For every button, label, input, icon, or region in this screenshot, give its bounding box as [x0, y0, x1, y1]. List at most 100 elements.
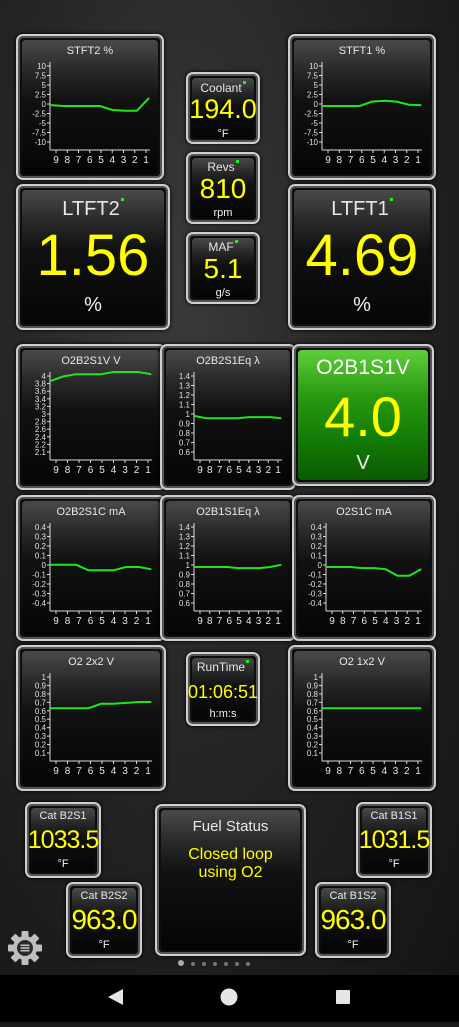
y-tick-label: -10	[306, 138, 318, 147]
x-tick-label: 1	[143, 155, 149, 166]
cat-b1s2-gauge[interactable]: Cat B1S2 963.0 °F	[315, 882, 391, 958]
ltft1-value: 4.69	[305, 223, 419, 288]
y-tick-label: -5	[39, 119, 47, 128]
revs-gauge[interactable]: Revs 810 rpm	[186, 152, 260, 224]
data-point	[123, 110, 126, 112]
x-tick-label: 6	[88, 465, 94, 476]
data-point	[137, 566, 140, 568]
y-tick-label: 1.3	[179, 382, 191, 391]
x-tick-label: 4	[246, 465, 252, 476]
data-point	[395, 101, 398, 103]
data-point	[269, 566, 271, 568]
x-tick-label: 3	[394, 616, 400, 627]
fuel-status-gauge[interactable]: Fuel Status Closed loop using O2	[155, 804, 306, 956]
data-point	[322, 707, 324, 709]
o2b2s1v-chart-svg: O2B2S1V V43.83.63.43.232.82.62.42.22.19 8…	[35, 355, 152, 476]
runtime-unit: h:m:s	[209, 708, 237, 720]
y-tick-label: 0.7	[179, 439, 191, 448]
o2b2s1v-chart-gauge[interactable]: O2B2S1V V 4 3.8 3.6 3.4 3.2 3 2.8 2.6 2.4 2.2 2.1 9 8…	[16, 344, 166, 490]
cat-b1s1-unit: °F	[388, 858, 400, 870]
o2b1s1eq-chart-svg: O2B1S1Eq λ1.41.31.21.110.90.80.70.69 8 7 6 5…	[179, 506, 282, 627]
o2b2s1c-chart-svg: O2B2S1C mA 0.40.30.20.10-0.1-0.2-0.3-0.4 9…	[32, 506, 152, 627]
data-point	[383, 707, 385, 709]
data-point	[359, 707, 361, 709]
data-point	[420, 104, 422, 106]
data-point	[50, 564, 52, 566]
cat-b1s1-gauge[interactable]: Cat B1S1 1031.5 °F	[356, 802, 432, 878]
y-tick-label: 0	[42, 100, 47, 109]
y-tick-label: 1.2	[179, 391, 191, 400]
o2-2x2-chart-gauge[interactable]: O2 2x2 V 1 0.9 0.8 0.7 0.6 0.5 0.4 0.3 0.2 0.1 9 8 7 6…	[16, 645, 166, 791]
ltft2-gauge[interactable]: LTFT2 1.56 %	[16, 184, 170, 330]
stft2-chart-gauge[interactable]: STFT2 % 10 7.5 5 2.5 0 -2.5 -5 -7.5 -10 9 8 7 6 5 4 3 2 1	[16, 34, 164, 180]
page-dot[interactable]	[213, 962, 217, 966]
home-circle-icon[interactable]	[220, 988, 238, 1006]
maf-unit: g/s	[215, 287, 231, 299]
x-tick-label: 2	[265, 616, 271, 627]
x-tick-label: 4	[383, 616, 389, 627]
x-tick-label: 7	[348, 766, 354, 777]
page-dot[interactable]	[224, 962, 228, 966]
cat-b1s1-label: Cat B1S1	[370, 810, 418, 822]
cat-b2s2-gauge[interactable]: Cat B2S2 963.0 °F	[66, 882, 142, 958]
x-tick-label: 9	[329, 616, 335, 627]
back-triangle-icon[interactable]	[108, 989, 123, 1005]
page-dot[interactable]	[246, 962, 250, 966]
o2b1s1v-gauge[interactable]: O2B1S1V 4.0 V	[292, 344, 434, 486]
page-dot[interactable]	[191, 962, 195, 966]
o2b1s1eq-chart-gauge[interactable]: O2B1S1Eq λ 1.4 1.3 1.2 1.1 1 0.9 0.8 0.7 0.6 9 8 7 6 5…	[160, 495, 296, 641]
x-tick-label: 2	[132, 155, 138, 166]
page-dot[interactable]	[202, 962, 206, 966]
cat-b2s1-gauge[interactable]: Cat B2S1 1033.5 °F	[25, 802, 101, 878]
recents-square-icon[interactable]	[336, 990, 350, 1004]
x-tick-label: 5	[370, 766, 376, 777]
series-line	[51, 563, 152, 572]
o2s1c-chart-svg: O2S1C mA 0.40.30.20.10-0.1-0.2-0.3-0.4 9 8 7…	[308, 506, 422, 627]
x-tick-label: 8	[65, 465, 71, 476]
o2b2s1eq-chart-svg: O2B2S1Eq λ1.41.31.21.110.90.80.70.69 8 7 6 5…	[179, 355, 282, 476]
y-tick-label: -0.4	[32, 599, 46, 608]
y-tick-label: 0.9	[179, 571, 191, 580]
y-tick-label: 0.2	[35, 542, 47, 551]
data-point	[371, 101, 373, 103]
y-tick-label: 0.1	[35, 749, 47, 758]
data-point	[326, 566, 328, 568]
o2-1x2-chart-gauge[interactable]: O2 1x2 V 1 0.9 0.8 0.7 0.6 0.5 0.4 0.3 0.2 0.1 9 8 7 6…	[288, 645, 436, 791]
y-tick-label: -0.2	[32, 580, 46, 589]
x-tick-label: 5	[236, 465, 242, 476]
data-point	[50, 707, 52, 709]
maf-gauge[interactable]: MAF 5.1 g/s	[186, 232, 260, 304]
y-tick-label: -0.1	[32, 571, 46, 580]
data-point	[215, 566, 218, 568]
y-tick-label: 0.6	[179, 448, 191, 457]
x-tick-label: 7	[217, 616, 223, 627]
o2b1s1v-label: O2B1S1V	[316, 356, 410, 379]
data-point	[111, 109, 113, 111]
o2b2s1eq-chart-gauge[interactable]: O2B2S1Eq λ 1.4 1.3 1.2 1.1 1 0.9 0.8 0.7 0.6 9 8 7 6 5…	[160, 344, 296, 490]
o2s1c-chart-gauge[interactable]: O2S1C mA 0.4 0.3 0.2 0.1 0 -0.1 -0.2 -0.3 -0.4 9 8 7…	[292, 495, 436, 641]
data-point	[248, 416, 250, 418]
ltft1-gauge[interactable]: LTFT1 4.69 %	[288, 184, 436, 330]
coolant-gauge[interactable]: Coolant 194.0 °F	[186, 72, 260, 144]
x-tick-label: 1	[145, 616, 151, 627]
data-point	[280, 417, 282, 419]
page-indicator[interactable]	[178, 953, 257, 971]
page-dot[interactable]	[235, 962, 239, 966]
y-tick-label: -7.5	[304, 129, 318, 138]
data-point	[322, 105, 324, 107]
stft1-chart-gauge[interactable]: STFT1 % 10 7.5 5 2.5 0 -2.5 -5 -7.5 -10 9 8 7 6 5 4 3 2 1	[288, 34, 436, 180]
y-tick-label: -0.3	[32, 590, 46, 599]
ltft2-value: 1.56	[36, 223, 150, 288]
data-point	[87, 105, 89, 107]
y-tick-label: 0.8	[179, 580, 191, 589]
o2b2s1c-chart-gauge[interactable]: O2B2S1C mA 0.4 0.3 0.2 0.1 0 -0.1 -0.2 -0.3 -0.4 9…	[16, 495, 166, 641]
cat-b1s1-value: 1031.5	[358, 826, 430, 854]
runtime-gauge[interactable]: RunTime 01:06:51 h:m:s	[186, 652, 260, 726]
data-point	[112, 703, 115, 705]
data-point	[226, 566, 228, 568]
y-tick-label: 0.7	[179, 590, 191, 599]
gear-icon[interactable]	[7, 930, 43, 966]
x-tick-label: 1	[415, 766, 421, 777]
chart-title: O2B2S1C mA	[56, 506, 126, 518]
page-dot[interactable]	[178, 960, 184, 966]
